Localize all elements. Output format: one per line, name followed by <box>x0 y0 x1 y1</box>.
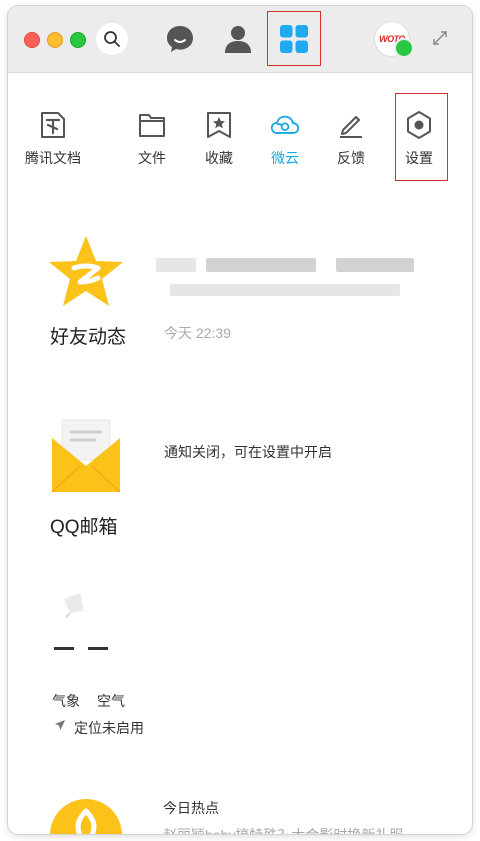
settings-highlight-frame <box>395 93 448 181</box>
tool-label: 反馈 <box>337 150 365 166</box>
temperature-placeholder <box>52 643 112 653</box>
tool-files[interactable]: 文件 <box>122 104 182 174</box>
zoom-window-button[interactable] <box>70 32 86 48</box>
blurred-content <box>206 258 316 272</box>
cloud-icon <box>270 115 300 134</box>
news-headline[interactable]: 赵丽颖baby搞特殊？大合影时换新礼服 <box>163 825 403 834</box>
qzone-title: 好友动态 <box>50 327 127 348</box>
apps-grid-icon <box>280 24 308 53</box>
tool-label: 腾讯文档 <box>25 150 81 166</box>
mail-notice: 通知关闭，可在设置中开启 <box>164 444 332 460</box>
news-card[interactable]: 今日热点 赵丽颖baby搞特殊？大合影时换新礼服 <box>8 789 472 834</box>
search-icon <box>104 31 120 47</box>
messages-tab[interactable] <box>161 20 199 58</box>
tool-label: 文件 <box>138 150 166 166</box>
tool-label: 收藏 <box>205 150 233 166</box>
tool-tencent-docs[interactable]: 腾讯文档 <box>23 104 83 174</box>
tencent-docs-icon <box>41 112 65 138</box>
chat-bubble-icon <box>167 26 193 52</box>
favorites-icon <box>207 112 231 138</box>
air-quality-label: 空气 <box>97 693 125 709</box>
minimize-window-button[interactable] <box>47 32 63 48</box>
weather-card[interactable]: 气象 空气 定位未启用 <box>8 591 472 741</box>
mail-title: QQ邮箱 <box>50 517 118 538</box>
search-button[interactable] <box>96 23 128 55</box>
blurred-content <box>336 258 414 272</box>
app-toolbar: 腾讯文档 文件 收藏 微云 反馈 设置 <box>8 93 472 184</box>
tool-label: 微云 <box>271 150 299 166</box>
mail-card[interactable]: QQ邮箱 通知关闭，可在设置中开启 <box>8 418 472 538</box>
qq-main-window: WOTO 腾讯文档 文件 收藏 微云 反馈 设置 好友动态 今天 22:39 Q… <box>8 6 472 834</box>
location-status: 定位未启用 <box>74 720 144 736</box>
expand-icon[interactable] <box>430 28 450 48</box>
location-arrow-icon <box>55 720 65 730</box>
close-window-button[interactable] <box>24 32 40 48</box>
blurred-content <box>156 258 196 272</box>
pen-icon <box>340 116 362 138</box>
qzone-card[interactable]: 好友动态 今天 22:39 <box>8 234 472 364</box>
blurred-content <box>170 284 400 296</box>
weather-placeholder-icon <box>64 593 84 618</box>
apps-tab[interactable] <box>267 11 321 66</box>
title-bar: WOTO <box>8 6 472 73</box>
folder-icon <box>139 114 165 137</box>
tool-weiyun[interactable]: 微云 <box>255 104 315 174</box>
weather-label: 气象 <box>52 693 80 709</box>
contacts-tab[interactable] <box>219 20 257 58</box>
online-status-badge <box>394 38 414 58</box>
mail-envelope-icon <box>51 419 121 493</box>
contacts-person-icon <box>225 26 251 53</box>
hot-news-icon <box>50 799 122 834</box>
qzone-star-icon <box>49 236 123 306</box>
qzone-time: 今天 22:39 <box>164 325 231 341</box>
news-section-title: 今日热点 <box>163 800 219 816</box>
tool-feedback[interactable]: 反馈 <box>321 104 381 174</box>
tool-favorites[interactable]: 收藏 <box>189 104 249 174</box>
